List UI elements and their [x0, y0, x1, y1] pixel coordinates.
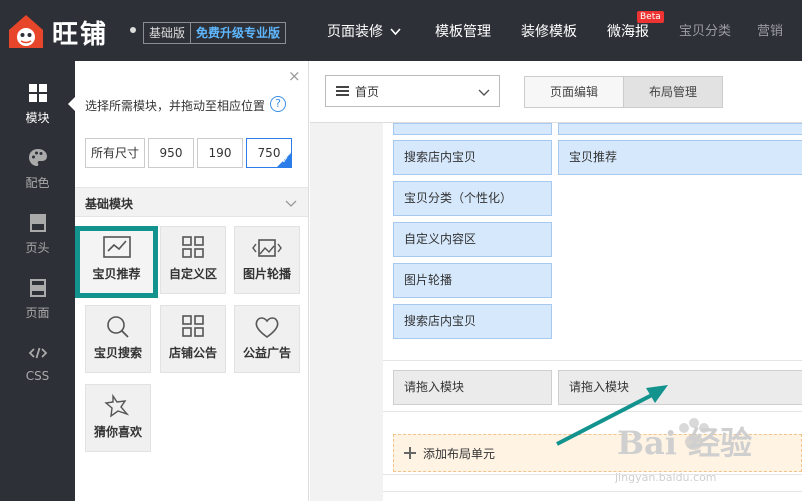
- header-icon: [29, 214, 46, 232]
- close-panel-button[interactable]: ×: [288, 67, 301, 85]
- module-item-label: 公益广告: [242, 346, 291, 360]
- layout-block[interactable]: 宝贝推荐: [558, 140, 802, 175]
- nav-micro-poster[interactable]: 微海报: [607, 0, 649, 61]
- logo-icon[interactable]: [6, 12, 46, 52]
- page-select-value: 首页: [355, 85, 380, 99]
- tab-page-edit[interactable]: 页面编辑: [524, 76, 624, 108]
- layout-block[interactable]: 搜索店内宝贝: [393, 304, 552, 339]
- canvas-bottom-row: [383, 491, 802, 501]
- module-item-carousel[interactable]: 图片轮播: [234, 226, 300, 294]
- tab-layout-manage[interactable]: 布局管理: [623, 76, 723, 108]
- rail-item-header-label: 页头: [25, 241, 50, 255]
- rail-item-colors-label: 配色: [25, 176, 50, 190]
- chevron-down-icon: [478, 89, 490, 96]
- add-layout-unit-label: 添加布局单元: [423, 447, 496, 461]
- rail-item-css-label: CSS: [25, 369, 50, 383]
- rail-item-modules[interactable]: 模块: [0, 81, 75, 141]
- size-filter-all[interactable]: 所有尺寸: [85, 138, 145, 168]
- heart-icon: [255, 317, 279, 338]
- layout-block[interactable]: 宝贝分类（个性化）: [393, 181, 552, 216]
- module-item-recommend[interactable]: 宝贝推荐: [75, 226, 158, 298]
- nav-template-manage[interactable]: 模板管理: [435, 0, 491, 61]
- rail-item-page[interactable]: 页面: [0, 276, 75, 336]
- panel-hint: 选择所需模块，并拖动至相应位置: [85, 99, 266, 113]
- upgrade-link[interactable]: 免费升级专业版: [191, 23, 285, 43]
- chevron-down-icon: [390, 28, 402, 36]
- rail-item-page-label: 页面: [25, 306, 50, 320]
- module-item-label: 猜你喜欢: [93, 425, 142, 439]
- page-icon: [29, 279, 46, 297]
- check-icon: ✓: [281, 156, 289, 166]
- palette-icon: [28, 149, 47, 166]
- module-item-custom[interactable]: 自定义区: [160, 226, 226, 294]
- watermark-text: Bai 经验: [617, 424, 753, 462]
- editor-toolbar: 首页 页面编辑 布局管理: [310, 61, 802, 123]
- top-navigation-bar: 旺铺 基础版 免费升级专业版 页面装修 模板管理 装修模板 微海报 Beta 宝…: [0, 0, 802, 61]
- nav-page-decoration-label: 页面装修: [327, 24, 383, 40]
- rail-item-css[interactable]: CSS: [0, 341, 75, 401]
- page-select[interactable]: 首页: [325, 75, 500, 107]
- nav-marketing[interactable]: 营销: [757, 0, 783, 61]
- image-carousel-icon: [252, 239, 282, 257]
- brand-name: 旺铺: [52, 20, 109, 50]
- basic-modules-header[interactable]: 基础模块: [75, 187, 308, 217]
- module-item-search[interactable]: 宝贝搜索: [85, 305, 151, 373]
- size-filter-750[interactable]: 750 ✓: [246, 138, 292, 168]
- menu-icon: [336, 86, 349, 96]
- rail-item-modules-label: 模块: [25, 111, 50, 125]
- rail-item-colors[interactable]: 配色: [0, 146, 75, 206]
- left-rail: 模块 配色 页头 页面 CSS: [0, 61, 75, 501]
- code-icon: [28, 347, 47, 359]
- watermark-url: jingyan.baidu.com: [615, 471, 717, 484]
- layout-block-cut[interactable]: [393, 123, 552, 135]
- module-item-guess-like[interactable]: 猜你喜欢: [85, 384, 151, 452]
- beta-badge: Beta: [637, 11, 664, 23]
- chevron-down-icon: [285, 200, 297, 207]
- grid4-icon: [182, 315, 204, 337]
- drop-cell[interactable]: 请拖入模块: [558, 370, 802, 405]
- size-filter-190[interactable]: 190: [197, 138, 243, 168]
- grid4-icon: [182, 236, 204, 258]
- rail-item-header[interactable]: 页头: [0, 211, 75, 271]
- plus-icon: [404, 447, 416, 459]
- size-filter-950[interactable]: 950: [148, 138, 194, 168]
- edition-badge: 基础版 免费升级专业版: [143, 22, 287, 44]
- layout-block[interactable]: 自定义内容区: [393, 222, 552, 257]
- module-panel: × 选择所需模块，并拖动至相应位置 ? 所有尺寸 950 190 750 ✓ 基…: [75, 61, 309, 501]
- layout-block-cut[interactable]: [558, 123, 802, 135]
- search-icon: [107, 316, 129, 338]
- module-item-charity-ad[interactable]: 公益广告: [234, 305, 300, 373]
- nav-page-decoration[interactable]: 页面装修: [327, 0, 402, 61]
- layout-block[interactable]: 搜索店内宝贝: [393, 140, 552, 175]
- nav-decor-template[interactable]: 装修模板: [521, 0, 577, 61]
- module-item-label: 图片轮播: [242, 267, 291, 281]
- layout-block[interactable]: 图片轮播: [393, 263, 552, 298]
- panel-pointer: [68, 97, 75, 111]
- help-icon[interactable]: ?: [270, 96, 286, 112]
- layout-row: 请拖入模块 请拖入模块: [383, 360, 802, 412]
- brand-separator-dot: [130, 27, 136, 33]
- module-item-label: 店铺公告: [168, 346, 217, 360]
- drop-cell[interactable]: 请拖入模块: [393, 370, 552, 405]
- chart-icon: [102, 236, 131, 258]
- module-item-label: 宝贝推荐: [92, 267, 141, 281]
- basic-modules-title: 基础模块: [85, 197, 134, 211]
- grid-icon: [28, 84, 47, 102]
- module-item-label: 自定义区: [168, 267, 217, 281]
- nav-item-category[interactable]: 宝贝分类: [679, 0, 731, 61]
- module-item-notice[interactable]: 店铺公告: [160, 305, 226, 373]
- app-root: 旺铺 基础版 免费升级专业版 页面装修 模板管理 装修模板 微海报 Beta 宝…: [0, 0, 802, 501]
- edition-basic-label: 基础版: [144, 23, 192, 43]
- module-item-label: 宝贝搜索: [93, 346, 142, 360]
- sparkle-icon: [104, 393, 130, 418]
